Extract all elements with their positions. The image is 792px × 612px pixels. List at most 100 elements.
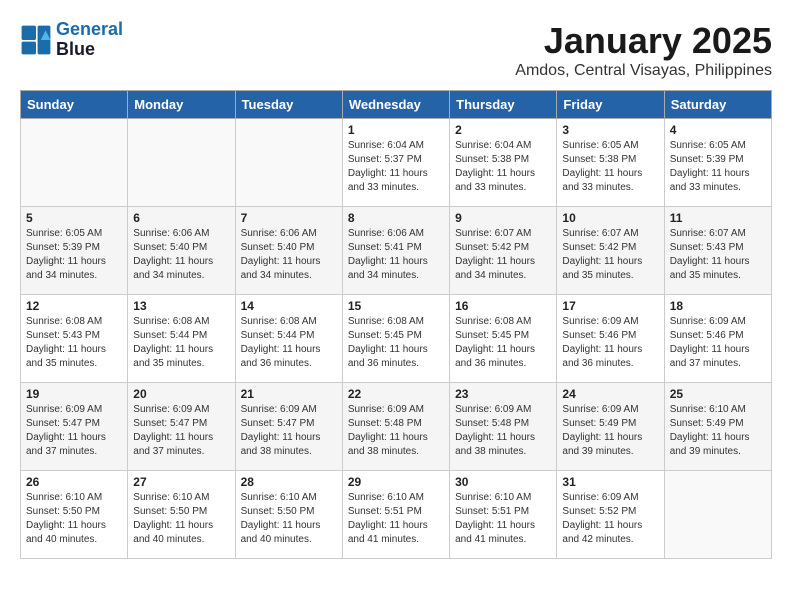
- week-row-5: 26Sunrise: 6:10 AM Sunset: 5:50 PM Dayli…: [21, 471, 772, 559]
- calendar-cell: 8 Sunrise: 6:06 AM Sunset: 5:41 PM Daylig…: [342, 207, 449, 295]
- logo: General Blue: [20, 20, 123, 60]
- weekday-header-saturday: Saturday: [664, 91, 771, 119]
- calendar-cell: [21, 119, 128, 207]
- day-number: 19: [26, 387, 122, 401]
- day-info: Sunrise: 6:05 AM Sunset: 5:39 PM Dayligh…: [670, 139, 766, 195]
- day-info: Sunrise: 6:06 AM Sunset: 5:40 PM Dayligh…: [241, 227, 337, 283]
- week-row-2: 5 Sunrise: 6:05 AM Sunset: 5:39 PM Daylig…: [21, 207, 772, 295]
- day-number: 21: [241, 387, 337, 401]
- calendar-subtitle: Amdos, Central Visayas, Philippines: [515, 62, 772, 80]
- calendar-cell: 3Sunrise: 6:05 AM Sunset: 5:38 PM Daylig…: [557, 119, 664, 207]
- day-number: 15: [348, 299, 444, 313]
- calendar-cell: 2 Sunrise: 6:04 AM Sunset: 5:38 PM Daylig…: [450, 119, 557, 207]
- day-info: Sunrise: 6:10 AM Sunset: 5:50 PM Dayligh…: [133, 491, 229, 547]
- calendar-cell: 4 Sunrise: 6:05 AM Sunset: 5:39 PM Daylig…: [664, 119, 771, 207]
- calendar-cell: 22 Sunrise: 6:09 AM Sunset: 5:48 PM Dayli…: [342, 383, 449, 471]
- day-info: Sunrise: 6:09 AM Sunset: 5:49 PM Dayligh…: [562, 403, 658, 459]
- week-row-1: 1 Sunrise: 6:04 AM Sunset: 5:37 PM Daylig…: [21, 119, 772, 207]
- day-number: 2: [455, 123, 551, 137]
- day-info: Sunrise: 6:08 AM Sunset: 5:44 PM Dayligh…: [241, 315, 337, 371]
- day-info: Sunrise: 6:10 AM Sunset: 5:49 PM Dayligh…: [670, 403, 766, 459]
- day-number: 20: [133, 387, 229, 401]
- weekday-header-monday: Monday: [128, 91, 235, 119]
- day-number: 27: [133, 475, 229, 489]
- day-info: Sunrise: 6:09 AM Sunset: 5:46 PM Dayligh…: [562, 315, 658, 371]
- day-number: 28: [241, 475, 337, 489]
- generalblue-logo-icon: [20, 24, 52, 56]
- day-number: 18: [670, 299, 766, 313]
- day-number: 8: [348, 211, 444, 225]
- day-info: Sunrise: 6:09 AM Sunset: 5:52 PM Dayligh…: [562, 491, 658, 547]
- day-number: 12: [26, 299, 122, 313]
- calendar-cell: 1 Sunrise: 6:04 AM Sunset: 5:37 PM Daylig…: [342, 119, 449, 207]
- day-number: 7: [241, 211, 337, 225]
- logo-line2: Blue: [56, 40, 123, 60]
- calendar-cell: 21 Sunrise: 6:09 AM Sunset: 5:47 PM Dayli…: [235, 383, 342, 471]
- day-number: 24: [562, 387, 658, 401]
- calendar-cell: 9 Sunrise: 6:07 AM Sunset: 5:42 PM Daylig…: [450, 207, 557, 295]
- day-info: Sunrise: 6:06 AM Sunset: 5:41 PM Dayligh…: [348, 227, 444, 283]
- day-info: Sunrise: 6:08 AM Sunset: 5:45 PM Dayligh…: [455, 315, 551, 371]
- day-info: Sunrise: 6:04 AM Sunset: 5:38 PM Dayligh…: [455, 139, 551, 195]
- day-info: Sunrise: 6:09 AM Sunset: 5:47 PM Dayligh…: [26, 403, 122, 459]
- day-info: Sunrise: 6:09 AM Sunset: 5:47 PM Dayligh…: [241, 403, 337, 459]
- page-header: General Blue January 2025 Amdos, Central…: [20, 20, 772, 80]
- calendar-cell: 28 Sunrise: 6:10 AM Sunset: 5:50 PM Dayli…: [235, 471, 342, 559]
- calendar-cell: [235, 119, 342, 207]
- day-number: 16: [455, 299, 551, 313]
- day-info: Sunrise: 6:10 AM Sunset: 5:51 PM Dayligh…: [348, 491, 444, 547]
- day-number: 4: [670, 123, 766, 137]
- calendar-cell: 25Sunrise: 6:10 AM Sunset: 5:49 PM Dayli…: [664, 383, 771, 471]
- calendar-cell: 27 Sunrise: 6:10 AM Sunset: 5:50 PM Dayli…: [128, 471, 235, 559]
- logo-text: General Blue: [56, 20, 123, 60]
- calendar-cell: 12Sunrise: 6:08 AM Sunset: 5:43 PM Dayli…: [21, 295, 128, 383]
- day-info: Sunrise: 6:08 AM Sunset: 5:45 PM Dayligh…: [348, 315, 444, 371]
- day-number: 1: [348, 123, 444, 137]
- calendar-cell: 16 Sunrise: 6:08 AM Sunset: 5:45 PM Dayli…: [450, 295, 557, 383]
- day-info: Sunrise: 6:04 AM Sunset: 5:37 PM Dayligh…: [348, 139, 444, 195]
- day-number: 29: [348, 475, 444, 489]
- weekday-header-row: SundayMondayTuesdayWednesdayThursdayFrid…: [21, 91, 772, 119]
- day-number: 23: [455, 387, 551, 401]
- weekday-header-tuesday: Tuesday: [235, 91, 342, 119]
- day-number: 30: [455, 475, 551, 489]
- calendar-cell: 29 Sunrise: 6:10 AM Sunset: 5:51 PM Dayli…: [342, 471, 449, 559]
- day-number: 10: [562, 211, 658, 225]
- day-number: 11: [670, 211, 766, 225]
- calendar-cell: 31 Sunrise: 6:09 AM Sunset: 5:52 PM Dayli…: [557, 471, 664, 559]
- day-number: 22: [348, 387, 444, 401]
- calendar-cell: 24 Sunrise: 6:09 AM Sunset: 5:49 PM Dayli…: [557, 383, 664, 471]
- calendar-cell: 20 Sunrise: 6:09 AM Sunset: 5:47 PM Dayli…: [128, 383, 235, 471]
- weekday-header-thursday: Thursday: [450, 91, 557, 119]
- day-info: Sunrise: 6:06 AM Sunset: 5:40 PM Dayligh…: [133, 227, 229, 283]
- calendar-cell: 6 Sunrise: 6:06 AM Sunset: 5:40 PM Daylig…: [128, 207, 235, 295]
- calendar-cell: 30 Sunrise: 6:10 AM Sunset: 5:51 PM Dayli…: [450, 471, 557, 559]
- day-info: Sunrise: 6:07 AM Sunset: 5:43 PM Dayligh…: [670, 227, 766, 283]
- day-number: 17: [562, 299, 658, 313]
- calendar-cell: 5 Sunrise: 6:05 AM Sunset: 5:39 PM Daylig…: [21, 207, 128, 295]
- day-info: Sunrise: 6:07 AM Sunset: 5:42 PM Dayligh…: [562, 227, 658, 283]
- day-number: 6: [133, 211, 229, 225]
- day-info: Sunrise: 6:09 AM Sunset: 5:48 PM Dayligh…: [348, 403, 444, 459]
- day-info: Sunrise: 6:08 AM Sunset: 5:44 PM Dayligh…: [133, 315, 229, 371]
- calendar-cell: [664, 471, 771, 559]
- calendar-cell: 11 Sunrise: 6:07 AM Sunset: 5:43 PM Dayli…: [664, 207, 771, 295]
- calendar-cell: 26Sunrise: 6:10 AM Sunset: 5:50 PM Dayli…: [21, 471, 128, 559]
- day-number: 5: [26, 211, 122, 225]
- day-info: Sunrise: 6:09 AM Sunset: 5:48 PM Dayligh…: [455, 403, 551, 459]
- weekday-header-wednesday: Wednesday: [342, 91, 449, 119]
- calendar-cell: 15 Sunrise: 6:08 AM Sunset: 5:45 PM Dayli…: [342, 295, 449, 383]
- day-info: Sunrise: 6:10 AM Sunset: 5:51 PM Dayligh…: [455, 491, 551, 547]
- weekday-header-sunday: Sunday: [21, 91, 128, 119]
- day-number: 9: [455, 211, 551, 225]
- calendar-cell: 7 Sunrise: 6:06 AM Sunset: 5:40 PM Daylig…: [235, 207, 342, 295]
- day-info: Sunrise: 6:10 AM Sunset: 5:50 PM Dayligh…: [241, 491, 337, 547]
- day-info: Sunrise: 6:09 AM Sunset: 5:47 PM Dayligh…: [133, 403, 229, 459]
- calendar-cell: 13Sunrise: 6:08 AM Sunset: 5:44 PM Dayli…: [128, 295, 235, 383]
- day-number: 31: [562, 475, 658, 489]
- calendar-cell: 17 Sunrise: 6:09 AM Sunset: 5:46 PM Dayli…: [557, 295, 664, 383]
- day-number: 3: [562, 123, 658, 137]
- week-row-3: 12Sunrise: 6:08 AM Sunset: 5:43 PM Dayli…: [21, 295, 772, 383]
- day-info: Sunrise: 6:05 AM Sunset: 5:39 PM Dayligh…: [26, 227, 122, 283]
- day-info: Sunrise: 6:07 AM Sunset: 5:42 PM Dayligh…: [455, 227, 551, 283]
